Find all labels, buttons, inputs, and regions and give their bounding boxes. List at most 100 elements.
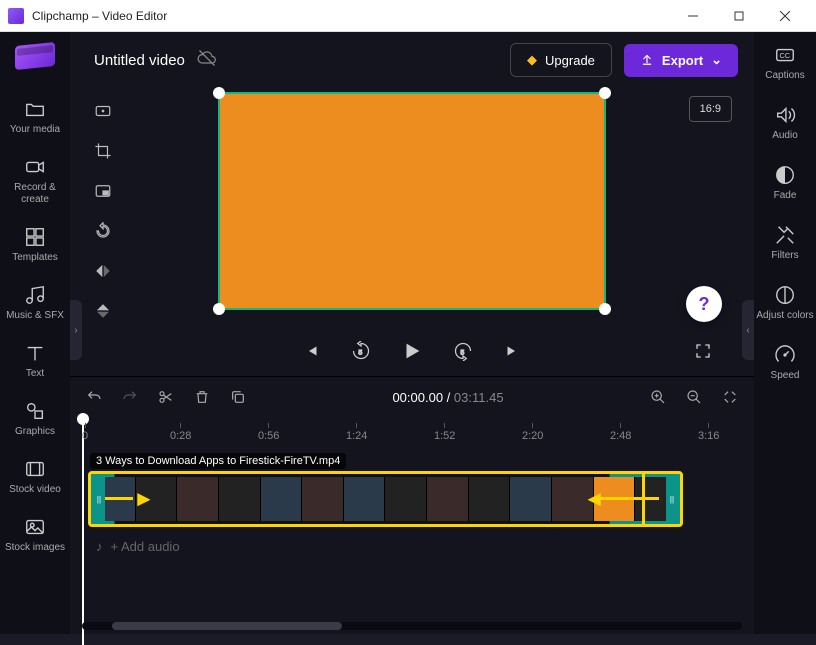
window-title: Clipchamp – Video Editor <box>32 9 670 23</box>
collapse-right-chevron[interactable]: ‹ <box>742 300 754 360</box>
captions-label: Captions <box>765 70 804 82</box>
flip-horizontal-tool[interactable] <box>90 258 116 284</box>
nav-text[interactable]: Text <box>0 332 70 390</box>
filters-label: Filters <box>771 250 798 262</box>
canvas-tools <box>90 98 116 324</box>
timeline-tracks[interactable]: 3 Ways to Download Apps to Firestick-Fir… <box>70 445 754 616</box>
annotation-arrow-left <box>133 486 155 512</box>
add-audio-label: Add audio <box>121 539 180 554</box>
left-sidebar: Your media Record & create Templates Mus… <box>0 32 70 634</box>
video-clip[interactable]: || || <box>88 471 683 527</box>
shapes-icon <box>24 400 46 422</box>
rewind-5-button[interactable]: 5 <box>351 341 371 361</box>
delete-button[interactable] <box>194 389 210 405</box>
ruler-tick: 0:56 <box>258 423 279 442</box>
resize-handle-bl[interactable] <box>213 303 225 315</box>
zoom-out-button[interactable] <box>686 389 702 405</box>
nav-templates[interactable]: Templates <box>0 216 70 274</box>
clipchamp-logo <box>15 44 55 74</box>
audio-label: Audio <box>772 130 798 142</box>
minimize-button[interactable] <box>670 1 716 31</box>
flip-vertical-tool[interactable] <box>90 298 116 324</box>
nav-label: Stock video <box>9 484 61 496</box>
project-title[interactable]: Untitled video <box>94 52 185 69</box>
filters-tab[interactable]: Filters <box>771 224 798 262</box>
nav-graphics[interactable]: Graphics <box>0 390 70 448</box>
playback-controls: 5 5 <box>70 330 754 376</box>
resize-handle-tl[interactable] <box>213 87 225 99</box>
annotation-box <box>642 471 683 527</box>
svg-text:5: 5 <box>461 349 465 356</box>
svg-text:CC: CC <box>780 51 791 60</box>
fade-tab[interactable]: Fade <box>774 164 797 202</box>
speed-tab[interactable]: Speed <box>771 344 800 382</box>
ruler-tick: 2:48 <box>610 423 631 442</box>
ruler-tick: 1:24 <box>346 423 367 442</box>
help-button[interactable]: ? <box>686 286 722 322</box>
play-button[interactable] <box>401 340 423 362</box>
app-icon <box>8 8 24 24</box>
nav-stock-video[interactable]: Stock video <box>0 448 70 506</box>
canvas-area: 16:9 ? <box>70 88 754 330</box>
pip-tool[interactable] <box>90 178 116 204</box>
close-button[interactable] <box>762 1 808 31</box>
film-icon <box>24 458 46 480</box>
captions-tab[interactable]: CC Captions <box>765 44 804 82</box>
audio-tab[interactable]: Audio <box>772 104 798 142</box>
fit-tool[interactable] <box>90 98 116 124</box>
upgrade-button[interactable]: ◆ Upgrade <box>510 43 612 77</box>
resize-handle-br[interactable] <box>599 303 611 315</box>
nav-stock-images[interactable]: Stock images <box>0 506 70 564</box>
nav-label: Text <box>26 368 44 380</box>
scrollbar-thumb[interactable] <box>112 622 342 630</box>
clip-filename: 3 Ways to Download Apps to Firestick-Fir… <box>90 453 346 469</box>
timeline-panel: 00:00.00 / 03:11.45 0 0:28 0:56 1:24 1:5… <box>70 376 754 634</box>
duplicate-button[interactable] <box>230 389 246 405</box>
collapse-left-chevron[interactable]: › <box>70 300 82 360</box>
zoom-fit-button[interactable] <box>722 389 738 405</box>
export-button[interactable]: Export ⌄ <box>624 44 738 77</box>
duration: 03:11.45 <box>454 390 504 405</box>
nav-record[interactable]: Record & create <box>0 146 70 216</box>
fullscreen-button[interactable] <box>694 342 712 360</box>
zoom-in-button[interactable] <box>650 389 666 405</box>
aspect-ratio-button[interactable]: 16:9 <box>689 96 732 122</box>
nav-label: Graphics <box>15 426 55 438</box>
gem-icon: ◆ <box>527 52 537 68</box>
speed-label: Speed <box>771 370 800 382</box>
horizontal-scrollbar[interactable] <box>82 622 742 630</box>
crop-tool[interactable] <box>90 138 116 164</box>
adjust-colors-tab[interactable]: Adjust colors <box>756 284 813 322</box>
nav-your-media[interactable]: Your media <box>0 88 70 146</box>
timeline-ruler[interactable]: 0 0:28 0:56 1:24 1:52 2:20 2:48 3:16 <box>70 417 754 445</box>
upgrade-label: Upgrade <box>545 53 595 68</box>
undo-button[interactable] <box>86 389 102 405</box>
window-titlebar: Clipchamp – Video Editor <box>0 0 816 32</box>
resize-handle-tr[interactable] <box>599 87 611 99</box>
skip-start-button[interactable] <box>303 342 321 360</box>
upload-icon <box>640 52 654 69</box>
timeline-toolbar: 00:00.00 / 03:11.45 <box>70 377 754 417</box>
add-audio-track[interactable]: ♪ + Add audio <box>96 539 742 554</box>
cloud-off-icon[interactable] <box>197 48 217 73</box>
ruler-tick: 1:52 <box>434 423 455 442</box>
ruler-tick: 0:28 <box>170 423 191 442</box>
nav-label: Templates <box>12 252 58 264</box>
maximize-button[interactable] <box>716 1 762 31</box>
folder-icon <box>24 98 46 120</box>
forward-5-button[interactable]: 5 <box>453 341 473 361</box>
video-preview[interactable] <box>218 92 606 310</box>
grid-icon <box>24 226 46 248</box>
redo-button[interactable] <box>122 389 138 405</box>
export-label: Export <box>662 53 703 68</box>
chevron-down-icon: ⌄ <box>711 52 722 68</box>
ruler-tick: 0 <box>82 423 88 442</box>
nav-music[interactable]: Music & SFX <box>0 274 70 332</box>
fade-label: Fade <box>774 190 797 202</box>
right-sidebar: CC Captions Audio Fade Filters Adjust co… <box>754 32 816 634</box>
rotate-tool[interactable] <box>90 218 116 244</box>
skip-end-button[interactable] <box>503 342 521 360</box>
ruler-tick: 3:16 <box>698 423 719 442</box>
split-button[interactable] <box>158 389 174 405</box>
trim-handle-left[interactable]: || <box>93 476 105 522</box>
